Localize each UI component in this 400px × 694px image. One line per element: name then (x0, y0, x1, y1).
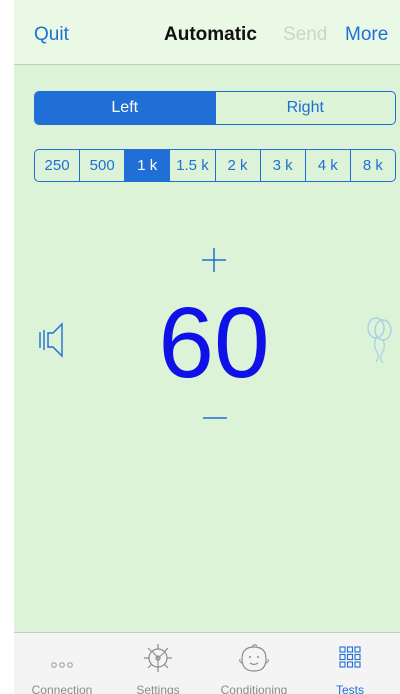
send-button[interactable]: Send (283, 24, 327, 46)
app-screen: Quit Automatic Send More Left Right 250 … (14, 0, 400, 694)
frequency-2k[interactable]: 2 k (214, 150, 260, 181)
navigation-bar: Quit Automatic Send More (14, 0, 400, 65)
ellipsis-icon (51, 662, 73, 668)
frequency-250[interactable]: 250 (35, 150, 79, 181)
frequency-selector: 250 500 1 k 1.5 k 2 k 3 k 4 k 8 k (34, 149, 396, 182)
frequency-8k[interactable]: 8 k (349, 150, 395, 181)
segment-right[interactable]: Right (214, 92, 396, 124)
quit-button[interactable]: Quit (34, 24, 69, 46)
frequency-1-5k[interactable]: 1.5 k (169, 150, 214, 181)
ear-selector: Left Right (34, 91, 396, 125)
frequency-4k[interactable]: 4 k (304, 150, 350, 181)
tab-label: Tests (335, 683, 364, 694)
tab-settings[interactable]: Settings (110, 633, 206, 694)
gear-icon (144, 644, 172, 672)
frequency-1k[interactable]: 1 k (124, 150, 170, 181)
grid-icon (339, 646, 361, 668)
level-value: 60 (158, 287, 270, 399)
balloon-icon (367, 317, 392, 364)
baby-face-icon (239, 644, 269, 672)
tab-label: Settings (136, 683, 180, 694)
minus-icon[interactable] (202, 405, 228, 431)
tab-connection[interactable]: Connection (14, 633, 110, 694)
frequency-3k[interactable]: 3 k (259, 150, 305, 181)
more-button[interactable]: More (345, 24, 388, 46)
tab-label: Connection (31, 683, 93, 694)
segment-left[interactable]: Left (35, 92, 215, 124)
frequency-500[interactable]: 500 (79, 150, 124, 181)
tab-label: Conditioning (220, 683, 288, 694)
page-title: Automatic (164, 24, 257, 45)
tab-tests[interactable]: Tests (302, 633, 398, 694)
speaker-icon[interactable] (38, 320, 68, 360)
tab-bar: Connection Settings Conditioning Tests (14, 632, 400, 694)
plus-icon[interactable] (199, 245, 229, 275)
tab-conditioning[interactable]: Conditioning (206, 633, 302, 694)
